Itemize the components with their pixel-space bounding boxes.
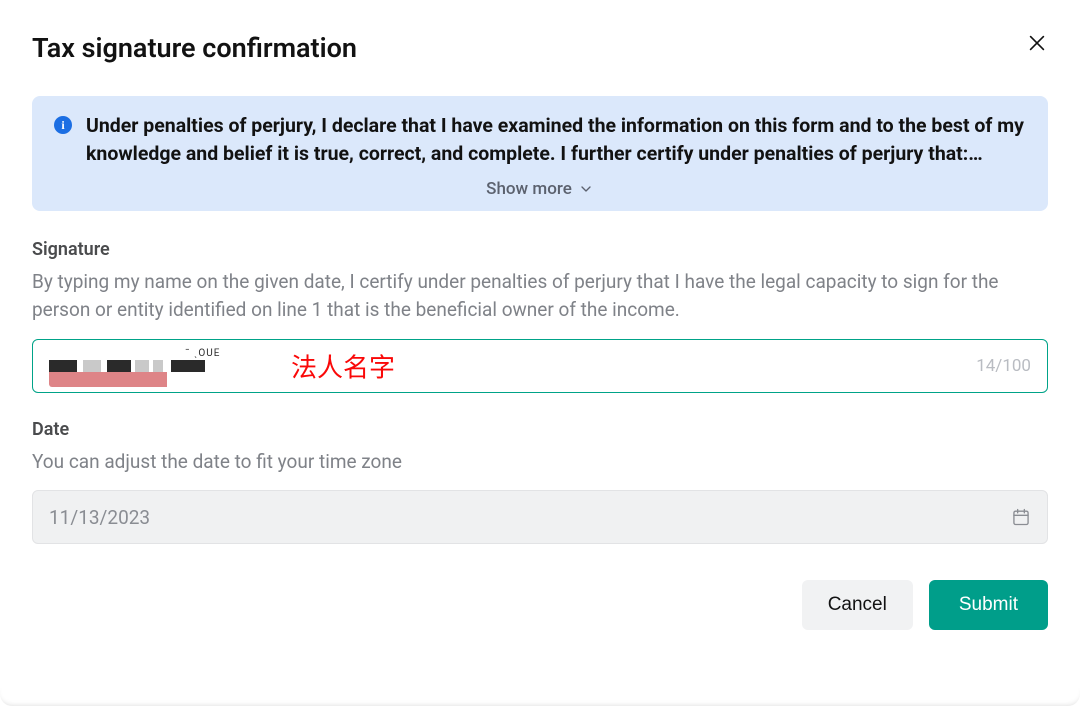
signature-label: Signature xyxy=(32,239,1048,260)
date-value: 11/13/2023 xyxy=(49,506,150,529)
signature-masked-value xyxy=(49,360,205,372)
tax-signature-modal: Tax signature confirmation i Under penal… xyxy=(0,0,1080,654)
date-label: Date xyxy=(32,419,1048,440)
date-field-block: Date You can adjust the date to fit your… xyxy=(32,419,1048,545)
calendar-icon xyxy=(1011,507,1031,527)
modal-actions: Cancel Submit xyxy=(32,580,1048,630)
modal-bottom-edge xyxy=(0,688,1080,706)
submit-button[interactable]: Submit xyxy=(929,580,1048,630)
modal-title: Tax signature confirmation xyxy=(32,32,357,64)
signature-char-count: 14/100 xyxy=(976,356,1031,376)
show-more-label: Show more xyxy=(486,179,572,199)
info-icon: i xyxy=(54,116,72,134)
alert-text: Under penalties of perjury, I declare th… xyxy=(86,112,1026,169)
signature-redaction-strip xyxy=(49,372,167,387)
modal-header: Tax signature confirmation xyxy=(32,32,1048,64)
chevron-down-icon xyxy=(578,181,594,197)
show-more-toggle[interactable]: Show more xyxy=(54,179,1026,199)
signature-field-block: Signature By typing my name on the given… xyxy=(32,239,1048,393)
close-icon xyxy=(1026,42,1048,57)
signature-input[interactable]: ¯ ˎOUE 法人名字 14/100 xyxy=(32,339,1048,393)
signature-help: By typing my name on the given date, I c… xyxy=(32,268,1048,325)
cancel-button[interactable]: Cancel xyxy=(802,580,913,630)
signature-fragment-text: ¯ ˎOUE xyxy=(185,348,220,359)
date-input[interactable]: 11/13/2023 xyxy=(32,490,1048,544)
date-help: You can adjust the date to fit your time… xyxy=(32,448,1048,477)
signature-annotation: 法人名字 xyxy=(291,347,395,384)
perjury-alert: i Under penalties of perjury, I declare … xyxy=(32,96,1048,211)
close-button[interactable] xyxy=(1026,32,1048,54)
